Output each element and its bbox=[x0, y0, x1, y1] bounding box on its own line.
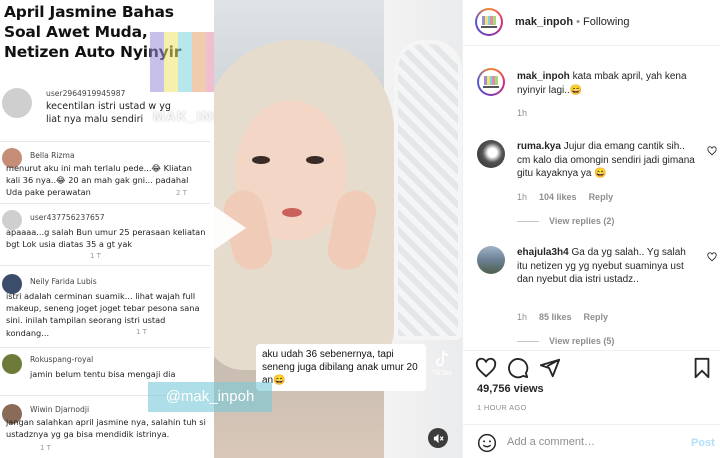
caption-username[interactable]: mak_inpoh bbox=[517, 71, 570, 82]
collage-username: Neily Farida Lubis bbox=[30, 277, 97, 286]
collage-avatar bbox=[2, 354, 22, 374]
view-replies-button[interactable]: View replies (5) bbox=[517, 336, 614, 346]
post-sidebar: mak_inpoh • Following mak_inpoh kata mba… bbox=[462, 0, 720, 458]
collage-meta: 1 T bbox=[90, 252, 101, 260]
add-comment-bar: Post bbox=[463, 424, 720, 458]
reply-button[interactable]: Reply bbox=[584, 312, 609, 322]
post-timestamp[interactable]: 1 HOUR AGO bbox=[477, 403, 527, 412]
avatar[interactable] bbox=[475, 8, 503, 36]
comment-time: 1h bbox=[517, 192, 528, 202]
comment-time: 1h bbox=[517, 312, 528, 322]
header-separator: • bbox=[573, 16, 584, 28]
collage-username: Wiwin Djarnodji bbox=[30, 405, 90, 414]
caption-time: 1h bbox=[517, 108, 528, 118]
avatar[interactable] bbox=[477, 246, 505, 274]
comment-icon[interactable] bbox=[507, 357, 529, 379]
play-icon[interactable] bbox=[214, 206, 246, 250]
tiktok-logo: TikTok bbox=[432, 350, 452, 377]
collage-text: istri adalah cerminan suamik... lihat wa… bbox=[6, 291, 200, 338]
collage-comment: Neily Farida Lubis istri adalah cerminan… bbox=[0, 270, 210, 348]
comment-username[interactable]: ruma.kya bbox=[517, 141, 561, 152]
collage-username: Rokuspang-royal bbox=[30, 355, 94, 364]
collage-meta: 1 T bbox=[136, 328, 147, 336]
comment-text-block: ehajula3h4 Ga da yg salah.. Yg salah itu… bbox=[517, 246, 697, 287]
collage-username: user2964919945987 bbox=[46, 89, 126, 98]
collage-meta: 1 T bbox=[40, 444, 51, 452]
tiktok-label: TikTok bbox=[432, 370, 452, 377]
collage-username: user437756237657 bbox=[30, 213, 105, 222]
reply-button[interactable]: Reply bbox=[589, 192, 614, 202]
tiktok-icon bbox=[436, 350, 449, 366]
comment-username[interactable]: ehajula3h4 bbox=[517, 247, 569, 258]
comment-likes[interactable]: 85 likes bbox=[539, 312, 572, 322]
collage-username: Bella Rizma bbox=[30, 151, 75, 160]
collage-text: jangan salahkan april jasmine nya, salah… bbox=[6, 417, 206, 440]
comment-likes[interactable]: 104 likes bbox=[539, 192, 577, 202]
post-button[interactable]: Post bbox=[691, 437, 715, 449]
collage-comment: Bella Rizma menurut aku ini mah terlalu … bbox=[0, 144, 210, 204]
avatar[interactable] bbox=[477, 140, 505, 168]
share-icon[interactable] bbox=[539, 357, 561, 379]
post-media[interactable]: April Jasmine Bahas Soal Awet Muda, Neti… bbox=[0, 0, 462, 458]
post-header: mak_inpoh • Following bbox=[463, 0, 720, 46]
action-bar bbox=[463, 350, 720, 379]
view-replies-button[interactable]: View replies (2) bbox=[517, 216, 614, 226]
collage-avatar bbox=[2, 88, 32, 118]
like-comment-icon[interactable] bbox=[707, 252, 717, 262]
comment-meta: 1h 104 likes Reply bbox=[517, 192, 625, 202]
mute-button[interactable] bbox=[428, 428, 448, 448]
header-username[interactable]: mak_inpoh bbox=[515, 16, 573, 28]
collage-comment: user437756237657 apaaaa...g salah Bun um… bbox=[0, 206, 210, 266]
comment-list: mak_inpoh kata mbak april, yah kena nyin… bbox=[463, 56, 720, 350]
comment-meta: 1h 85 likes Reply bbox=[517, 312, 620, 322]
bookmark-icon[interactable] bbox=[691, 357, 713, 379]
lantern-decoration bbox=[394, 40, 462, 340]
avatar[interactable] bbox=[477, 68, 505, 96]
collage-text: jamin belum tentu bisa mengaji dia bbox=[30, 369, 176, 379]
speaker-muted-icon bbox=[433, 433, 444, 443]
following-button[interactable]: Following bbox=[583, 16, 629, 28]
collage-meta: 2 T bbox=[176, 189, 187, 197]
like-comment-icon[interactable] bbox=[707, 146, 717, 156]
video-watermark: @mak_inpoh bbox=[148, 382, 272, 412]
caption-text-block: mak_inpoh kata mbak april, yah kena nyin… bbox=[517, 70, 687, 97]
emoji-icon[interactable] bbox=[477, 433, 497, 453]
comment-text-block: ruma.kya Jujur dia emang cantik sih.. cm… bbox=[517, 140, 697, 181]
collage-text: apaaaa...g salah Bun umur 25 perasaan ke… bbox=[6, 227, 206, 250]
view-count[interactable]: 49,756 views bbox=[477, 383, 544, 395]
video-caption: aku udah 36 sebenernya, tapi seneng juga… bbox=[256, 344, 426, 391]
comment-input[interactable] bbox=[507, 434, 677, 450]
heart-icon[interactable] bbox=[475, 357, 497, 379]
